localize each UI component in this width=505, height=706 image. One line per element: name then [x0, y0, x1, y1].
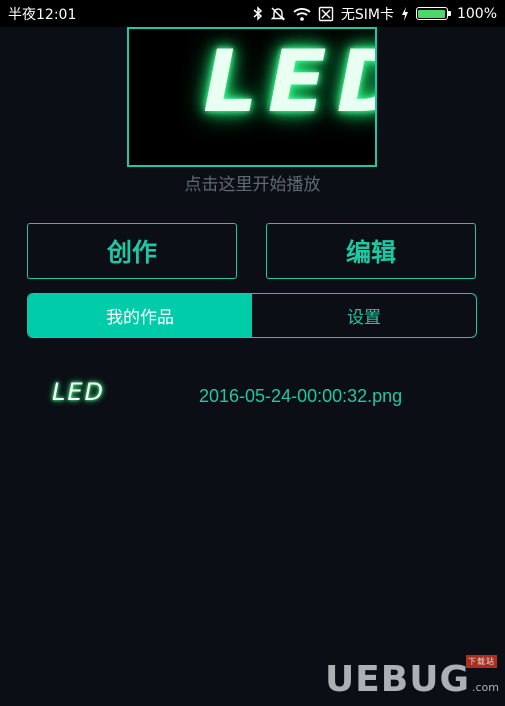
status-bar: 半夜12:01 无SIM卡 100%	[0, 0, 505, 27]
led-preview-text: LED	[203, 32, 375, 132]
work-thumbnail: LED	[52, 378, 106, 406]
status-icons: 无SIM卡 100%	[253, 4, 497, 24]
sim-status: 无SIM卡	[340, 6, 394, 23]
led-preview[interactable]: LED	[127, 27, 377, 167]
wifi-icon	[293, 7, 311, 21]
battery-icon	[415, 7, 451, 20]
bluetooth-icon	[253, 6, 263, 21]
tab-my-works[interactable]: 我的作品	[28, 294, 252, 337]
work-filename: 2016-05-24-00:00:32.png	[199, 386, 403, 406]
battery-percent: 100%	[456, 5, 497, 22]
watermark-url: .com	[472, 681, 499, 694]
dnd-icon	[270, 6, 286, 22]
tab-settings[interactable]: 设置	[252, 294, 476, 337]
no-sim-icon	[318, 6, 334, 22]
list-item[interactable]: LED 2016-05-24-00:00:32.png	[0, 366, 505, 428]
watermark-sub: 下载站	[466, 655, 497, 668]
edit-button[interactable]: 编辑	[266, 223, 476, 279]
tab-bar: 我的作品 设置	[27, 293, 477, 338]
watermark-logo: UEBUG .com 下载站	[324, 655, 499, 700]
charging-icon	[401, 6, 409, 21]
status-time: 半夜12:01	[8, 6, 77, 23]
create-button[interactable]: 创作	[27, 223, 237, 279]
battery-level	[418, 9, 446, 18]
watermark-text: UEBUG	[324, 659, 470, 700]
play-hint: 点击这里开始播放	[184, 175, 321, 195]
